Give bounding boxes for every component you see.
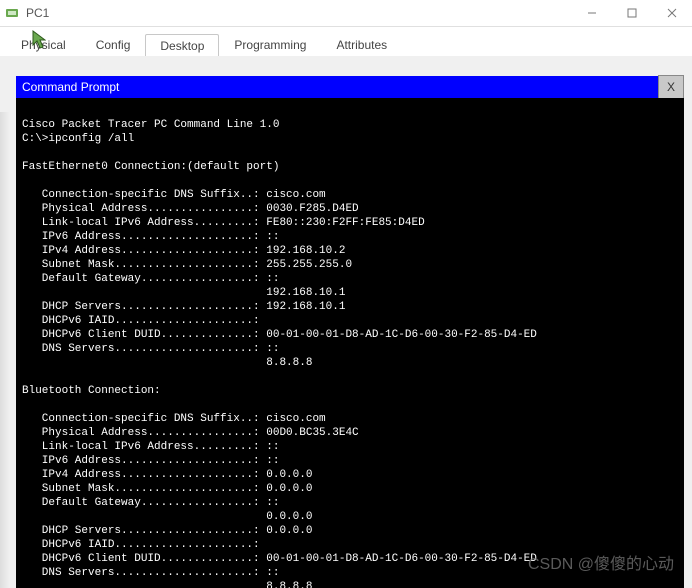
terminal-line: Connection-specific DNS Suffix..: cisco.… xyxy=(22,413,326,425)
terminal-output[interactable]: Cisco Packet Tracer PC Command Line 1.0 … xyxy=(16,98,684,588)
terminal-line: DHCP Servers....................: 192.16… xyxy=(22,301,345,313)
terminal-line: DHCPv6 Client DUID..............: 00-01-… xyxy=(22,553,537,565)
terminal-line: Physical Address................: 00D0.B… xyxy=(22,427,359,439)
terminal-line: Link-local IPv6 Address.........: FE80::… xyxy=(22,217,425,229)
terminal-line: Physical Address................: 0030.F… xyxy=(22,203,359,215)
terminal-line: DHCP Servers....................: 0.0.0.… xyxy=(22,525,312,537)
cursor-icon xyxy=(32,30,46,50)
tab-programming[interactable]: Programming xyxy=(219,33,321,57)
terminal-line: DHCPv6 IAID.....................: xyxy=(22,315,260,327)
watermark: CSDN @傻傻的心动 xyxy=(528,550,674,574)
command-prompt-close-button[interactable]: X xyxy=(658,75,684,99)
terminal-line: 192.168.10.1 xyxy=(22,287,345,299)
command-prompt-panel: Command Prompt X Cisco Packet Tracer PC … xyxy=(16,76,684,588)
app-icon xyxy=(4,5,20,21)
terminal-line: Connection-specific DNS Suffix..: cisco.… xyxy=(22,189,326,201)
terminal-line: FastEthernet0 Connection:(default port) xyxy=(22,161,279,173)
terminal-line: DHCPv6 IAID.....................: xyxy=(22,539,260,551)
terminal-line: DNS Servers.....................: :: xyxy=(22,567,279,579)
terminal-line: Default Gateway.................: :: xyxy=(22,273,279,285)
terminal-line: 8.8.8.8 xyxy=(22,581,312,588)
workspace: Command Prompt X Cisco Packet Tracer PC … xyxy=(0,56,692,588)
terminal-line: IPv4 Address....................: 192.16… xyxy=(22,245,345,257)
command-prompt-title: Command Prompt xyxy=(22,80,658,94)
terminal-line: Subnet Mask.....................: 255.25… xyxy=(22,259,352,271)
tab-desktop[interactable]: Desktop xyxy=(145,34,219,58)
minimize-button[interactable] xyxy=(572,0,612,26)
command-prompt-titlebar: Command Prompt X xyxy=(16,76,684,98)
terminal-line: Subnet Mask.....................: 0.0.0.… xyxy=(22,483,312,495)
terminal-line: Bluetooth Connection: xyxy=(22,385,161,397)
terminal-line: C:\>ipconfig /all xyxy=(22,133,134,145)
terminal-line: DNS Servers.....................: :: xyxy=(22,343,279,355)
tab-config[interactable]: Config xyxy=(81,33,146,57)
tab-bar: Physical Config Desktop Programming Attr… xyxy=(0,27,692,58)
terminal-line: 0.0.0.0 xyxy=(22,511,312,523)
window-title: PC1 xyxy=(26,6,49,20)
terminal-line: Link-local IPv6 Address.........: :: xyxy=(22,441,279,453)
terminal-line: 8.8.8.8 xyxy=(22,357,312,369)
terminal-line: IPv4 Address....................: 0.0.0.… xyxy=(22,469,312,481)
terminal-line: DHCPv6 Client DUID..............: 00-01-… xyxy=(22,329,537,341)
terminal-line: Default Gateway.................: :: xyxy=(22,497,279,509)
terminal-line: Cisco Packet Tracer PC Command Line 1.0 xyxy=(22,119,279,131)
close-button[interactable] xyxy=(652,0,692,26)
terminal-line: IPv6 Address....................: :: xyxy=(22,231,279,243)
window-title-bar: PC1 xyxy=(0,0,692,27)
terminal-line: IPv6 Address....................: :: xyxy=(22,455,279,467)
tab-attributes[interactable]: Attributes xyxy=(321,33,402,57)
maximize-button[interactable] xyxy=(612,0,652,26)
left-shadow xyxy=(0,112,10,588)
